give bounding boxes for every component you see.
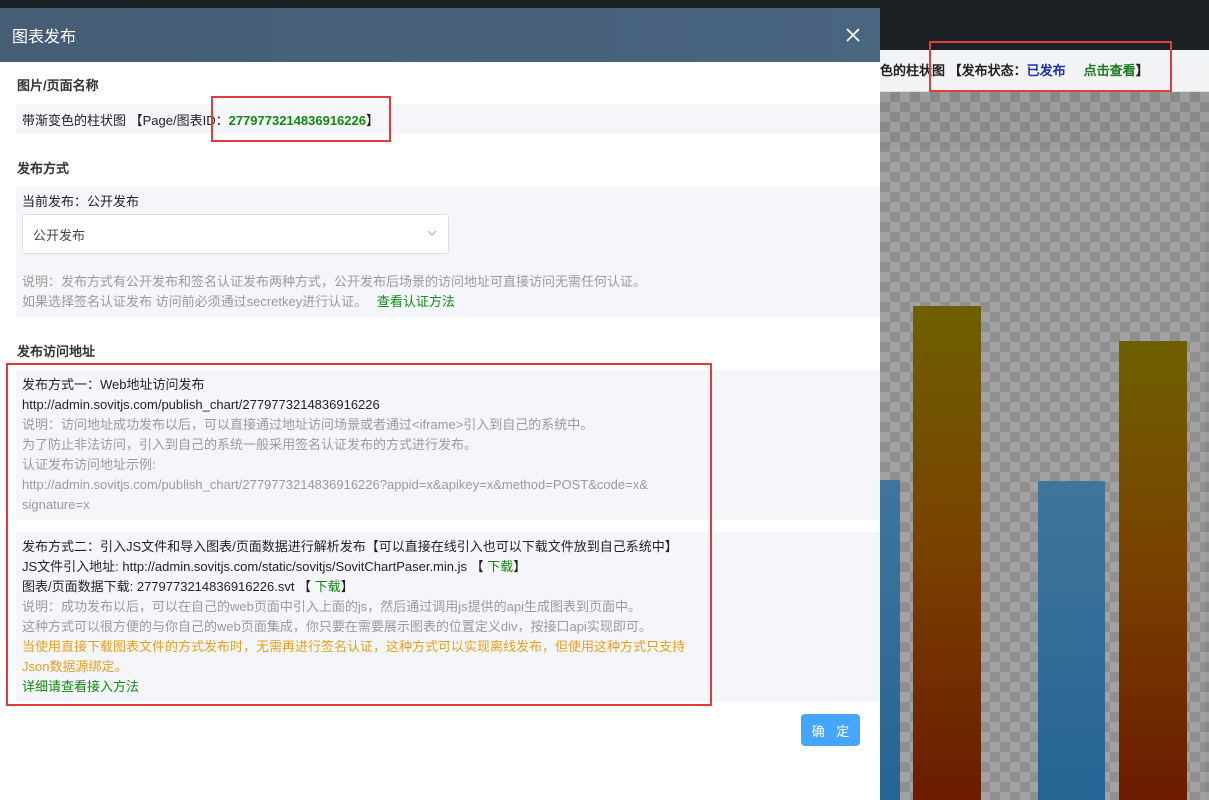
section-title-method: 发布方式 xyxy=(17,161,70,176)
highlight-box-status xyxy=(929,41,1172,92)
modal-overlay xyxy=(880,50,1209,800)
publish-method-selected-value: 公开发布 xyxy=(33,227,86,243)
auth-method-link[interactable]: 查看认证方法 xyxy=(377,294,455,309)
chart-name-label: 带渐变色的柱状图 【Page/图表ID： xyxy=(22,113,229,128)
close-icon xyxy=(846,28,860,42)
method-description-line2-row: 如果选择签名认证发布 访问前必须通过secretkey进行认证。 查看认证方法 xyxy=(22,292,455,312)
chevron-down-icon xyxy=(426,227,438,242)
dialog-header: 图表发布 xyxy=(0,8,880,62)
method-description-line2: 如果选择签名认证发布 访问前必须通过secretkey进行认证。 xyxy=(22,294,368,309)
section-title-name: 图片/页面名称 xyxy=(17,78,99,93)
highlight-box-chart-id xyxy=(211,96,391,142)
publish-method-select[interactable]: 公开发布 xyxy=(22,214,449,254)
highlight-box-address xyxy=(6,363,712,706)
method-description-line1: 说明：发布方式有公开发布和签名认证发布两种方式，公开发布后场景的访问地址可直接访… xyxy=(22,274,647,289)
current-method-label: 当前发布：公开发布 xyxy=(22,194,140,209)
section-title-address: 发布访问地址 xyxy=(17,344,96,359)
close-button[interactable] xyxy=(838,20,868,50)
confirm-button[interactable]: 确 定 xyxy=(801,714,860,746)
dialog-title: 图表发布 xyxy=(12,29,77,46)
